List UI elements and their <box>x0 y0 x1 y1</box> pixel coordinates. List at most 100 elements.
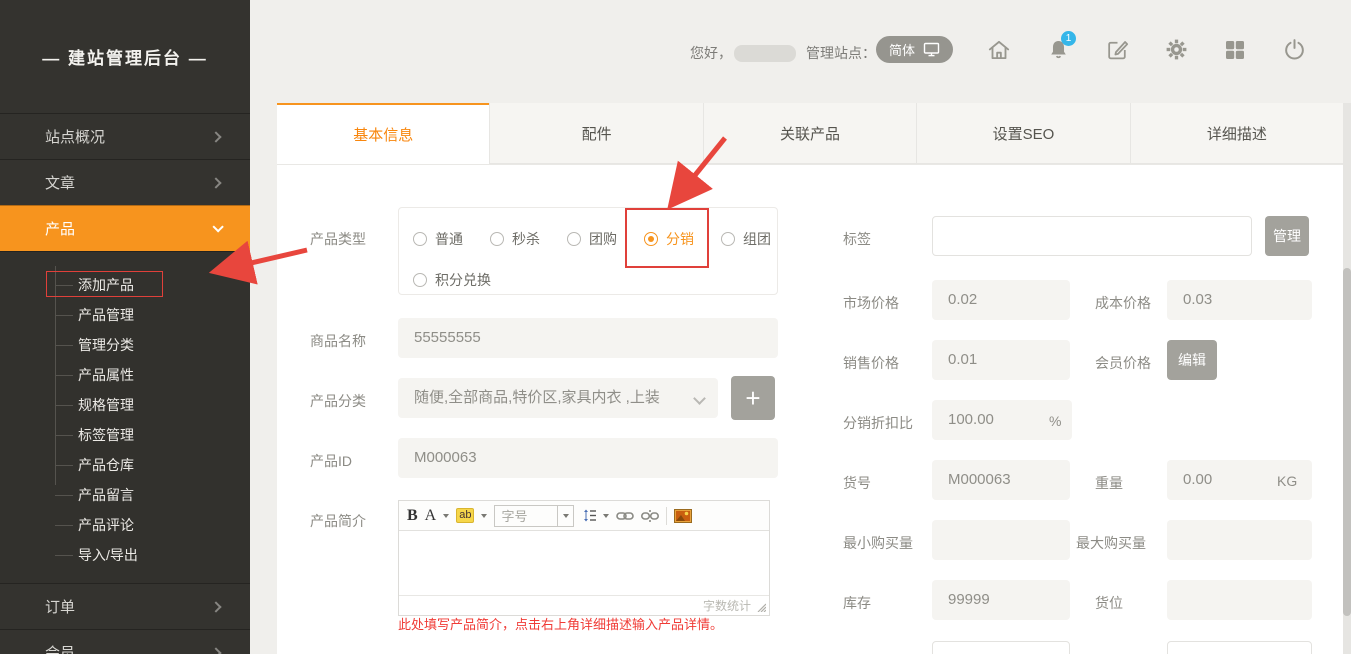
submenu-item-manage-categories[interactable]: 管理分类 <box>0 330 250 360</box>
stock-label: 库存 <box>843 593 871 613</box>
sale-price-input[interactable]: 0.01 <box>932 340 1070 380</box>
sidebar-item-label: 文章 <box>45 172 75 193</box>
tags-input[interactable] <box>932 216 1252 256</box>
submenu-item-product-reviews[interactable]: 产品评论 <box>0 510 250 540</box>
highlight-caret-icon[interactable] <box>481 514 487 518</box>
font-size-select[interactable]: 字号 <box>494 505 574 527</box>
submenu-item-product-messages[interactable]: 产品留言 <box>0 480 250 510</box>
notification-badge: 1 <box>1061 31 1076 46</box>
sidebar-item-label: 站点概况 <box>45 126 105 147</box>
percent-unit: % <box>1049 413 1061 429</box>
market-price-input[interactable]: 0.02 <box>932 280 1070 320</box>
settings-gear-icon[interactable] <box>1163 37 1189 63</box>
chevron-right-icon <box>210 647 221 654</box>
sidebar-item-orders[interactable]: 订单 <box>0 583 250 629</box>
home-icon[interactable] <box>986 37 1012 63</box>
monitor-icon <box>923 42 940 57</box>
bold-icon[interactable]: B <box>407 507 418 525</box>
insert-image-icon[interactable] <box>674 509 692 523</box>
highlight-color-icon[interactable]: ab <box>456 508 474 523</box>
sidebar-item-label: 会员 <box>45 642 75 654</box>
rich-text-editor: B A ab 字号 <box>398 500 770 616</box>
products-submenu: 添加产品 产品管理 管理分类 产品属性 规格管理 标签管理 产品仓库 产品留言 … <box>0 251 250 583</box>
sidebar-item-members[interactable]: 会员 <box>0 629 250 654</box>
editor-statusbar: 字数统计 <box>399 595 769 615</box>
annotation-box-add-product <box>46 271 163 297</box>
kg-unit: KG <box>1277 473 1297 489</box>
min-purchase-input[interactable] <box>932 520 1070 560</box>
max-purchase-label: 最大购买量 <box>1076 533 1146 553</box>
edit-icon[interactable] <box>1104 37 1130 63</box>
chevron-right-icon <box>210 177 221 188</box>
distribution-discount-label: 分销折扣比 <box>843 413 913 433</box>
product-id-label: 产品ID <box>310 451 352 471</box>
max-purchase-input[interactable] <box>1167 520 1312 560</box>
chevron-down-icon <box>212 221 223 232</box>
greeting-area: 您好， 管理站点： <box>690 44 876 62</box>
word-count-label: 字数统计 <box>703 597 751 614</box>
radio-dot <box>567 232 581 246</box>
tab-detailed-description[interactable]: 详细描述 <box>1130 103 1343 164</box>
sidebar-item-site-overview[interactable]: 站点概况 <box>0 113 250 159</box>
product-category-label: 产品分类 <box>310 391 366 411</box>
location-label: 货位 <box>1095 593 1123 613</box>
product-category-select[interactable]: 随便,全部商品,特价区,家具内衣 ,上装 <box>398 378 718 418</box>
radio-normal[interactable]: 普通 <box>413 229 463 249</box>
tab-bar: 基本信息 配件 关联产品 设置SEO 详细描述 <box>277 103 1343 165</box>
sidebar-item-label: 产品 <box>45 218 75 239</box>
partial-input-right[interactable] <box>1167 641 1312 654</box>
vertical-scrollbar[interactable] <box>1343 103 1351 654</box>
editor-content-area[interactable] <box>399 531 769 595</box>
main-panel: 基本信息 配件 关联产品 设置SEO 详细描述 产品类型 普通 秒杀 团购 分销… <box>277 103 1343 654</box>
sale-price-label: 销售价格 <box>843 353 899 373</box>
submenu-item-spec-management[interactable]: 规格管理 <box>0 390 250 420</box>
language-switch-button[interactable]: 简体 <box>876 36 953 63</box>
item-no-label: 货号 <box>843 473 871 493</box>
edit-member-price-button[interactable]: 编辑 <box>1167 340 1217 380</box>
scrollbar-thumb[interactable] <box>1343 268 1351 616</box>
app-title: — 建站管理后台 — <box>0 0 250 113</box>
line-height-icon[interactable] <box>581 508 596 523</box>
tab-seo-settings[interactable]: 设置SEO <box>916 103 1129 164</box>
insert-link-icon[interactable] <box>616 510 634 522</box>
submenu-item-product-management[interactable]: 产品管理 <box>0 300 250 330</box>
product-name-input[interactable]: 55555555 <box>398 318 778 358</box>
username-redacted <box>734 45 796 62</box>
add-category-button[interactable]: + <box>731 376 775 420</box>
app-window: — 建站管理后台 — 站点概况 文章 产品 添加产品 产品管理 管理分类 产品属… <box>0 0 1351 654</box>
chevron-right-icon <box>210 131 221 142</box>
radio-team-buy[interactable]: 组团 <box>721 229 771 249</box>
radio-group-buy[interactable]: 团购 <box>567 229 617 249</box>
sidebar-item-articles[interactable]: 文章 <box>0 159 250 205</box>
product-id-input[interactable]: M000063 <box>398 438 778 478</box>
member-price-label: 会员价格 <box>1095 353 1151 373</box>
editor-toolbar: B A ab 字号 <box>399 501 769 531</box>
notifications-bell-icon[interactable]: 1 <box>1045 37 1071 63</box>
partial-input-left[interactable] <box>932 641 1070 654</box>
apps-grid-icon[interactable] <box>1222 37 1248 63</box>
radio-dot <box>721 232 735 246</box>
font-color-icon[interactable]: A <box>425 507 437 525</box>
stock-input[interactable]: 99999 <box>932 580 1070 620</box>
logout-power-icon[interactable] <box>1281 37 1307 63</box>
resize-handle[interactable] <box>756 602 766 612</box>
language-label: 简体 <box>889 40 915 59</box>
item-no-input[interactable]: M000063 <box>932 460 1070 500</box>
cost-price-label: 成本价格 <box>1095 293 1151 313</box>
submenu-item-product-attributes[interactable]: 产品属性 <box>0 360 250 390</box>
submenu-item-import-export[interactable]: 导入/导出 <box>0 540 250 570</box>
tags-label: 标签 <box>843 229 871 249</box>
line-height-caret-icon[interactable] <box>603 514 609 518</box>
remove-link-icon[interactable] <box>641 509 659 523</box>
tab-basic-info[interactable]: 基本信息 <box>277 103 489 164</box>
font-color-caret-icon[interactable] <box>443 514 449 518</box>
sidebar: — 建站管理后台 — 站点概况 文章 产品 添加产品 产品管理 管理分类 产品属… <box>0 0 250 654</box>
submenu-item-product-warehouse[interactable]: 产品仓库 <box>0 450 250 480</box>
location-input[interactable] <box>1167 580 1312 620</box>
cost-price-input[interactable]: 0.03 <box>1167 280 1312 320</box>
radio-flash-sale[interactable]: 秒杀 <box>490 229 540 249</box>
manage-tags-button[interactable]: 管理 <box>1265 216 1309 256</box>
submenu-item-tag-management[interactable]: 标签管理 <box>0 420 250 450</box>
radio-points-exchange[interactable]: 积分兑换 <box>413 270 491 290</box>
product-name-label: 商品名称 <box>310 331 366 351</box>
